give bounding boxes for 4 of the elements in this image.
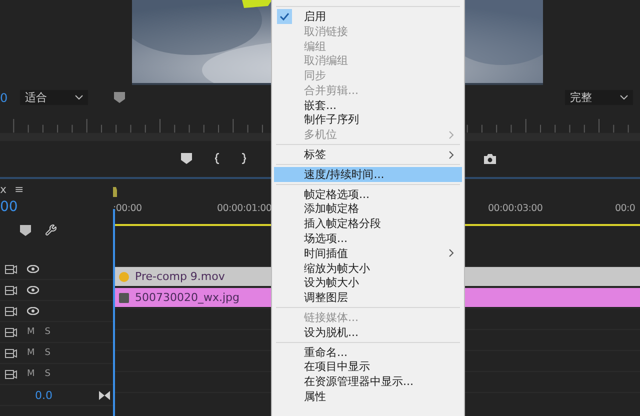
time-label: 00:00:03:00 (488, 203, 543, 214)
time-label: 00:0 (615, 203, 636, 214)
time-label: 00:00:01:00 (217, 203, 272, 214)
time-label: :00:00 (113, 203, 142, 214)
